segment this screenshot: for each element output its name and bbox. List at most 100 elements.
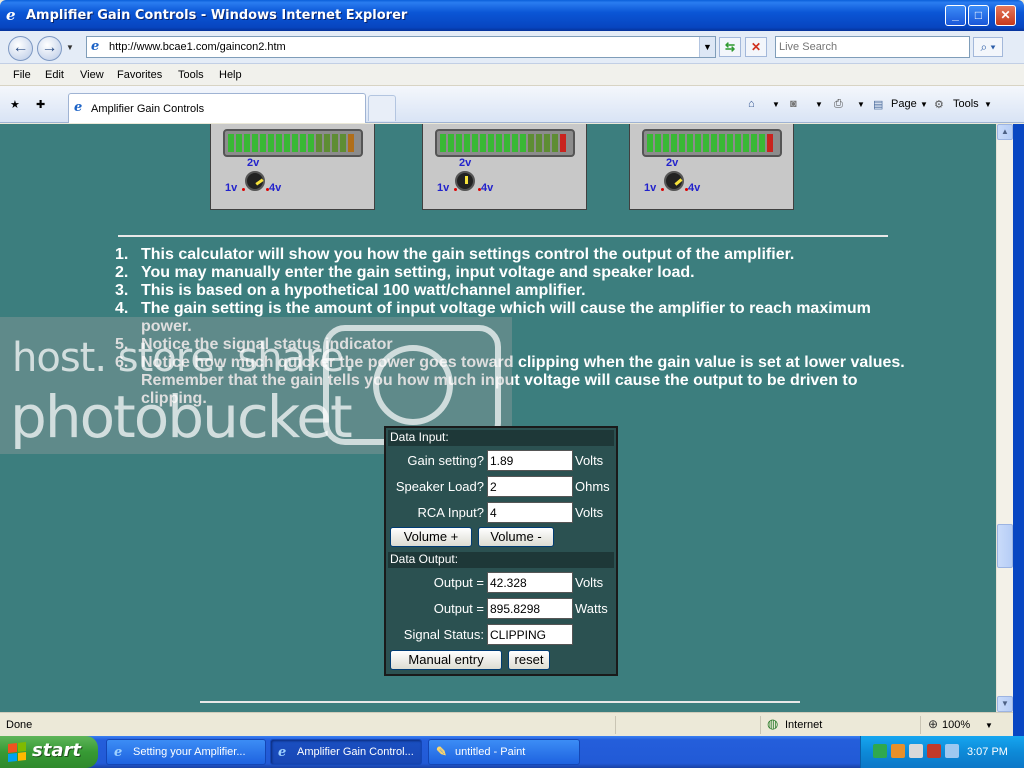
speaker-load-field[interactable]: 2 xyxy=(487,476,573,497)
taskbar-item[interactable]: ✎ untitled - Paint xyxy=(428,739,580,765)
rca-input-field[interactable]: 4 xyxy=(487,502,573,523)
tray-app-icon[interactable] xyxy=(891,744,905,758)
feeds-icon[interactable]: ◙ xyxy=(790,98,797,110)
security-zone: Internet xyxy=(785,719,823,731)
paint-icon: ✎ xyxy=(436,745,447,760)
tray-volume-icon[interactable] xyxy=(945,744,959,758)
home-icon[interactable]: ⌂ xyxy=(748,98,755,110)
speaker-load-label: Speaker Load? xyxy=(395,479,484,494)
reset-button[interactable]: reset xyxy=(508,650,550,670)
recent-pages-chevron-down-icon[interactable]: ▼ xyxy=(66,43,74,52)
gain-knob-2[interactable] xyxy=(455,171,475,191)
meter-segment xyxy=(504,134,510,152)
scroll-up-button[interactable]: ▲ xyxy=(997,124,1013,140)
print-chevron-down-icon[interactable]: ▼ xyxy=(857,100,865,109)
signal-status-field[interactable]: CLIPPING xyxy=(487,624,573,645)
zoom-chevron-down-icon[interactable]: ▼ xyxy=(985,721,993,730)
volume-up-button[interactable]: Volume + xyxy=(390,527,472,547)
meter-segment xyxy=(759,134,765,152)
menu-favorites[interactable]: Favorites xyxy=(117,69,162,81)
knob-right-label: 4v xyxy=(688,182,701,194)
menu-edit[interactable]: Edit xyxy=(45,69,64,81)
window-title: Amplifier Gain Controls - Windows Intern… xyxy=(26,8,408,23)
volts-unit: Volts xyxy=(575,575,604,590)
menu-tools[interactable]: Tools xyxy=(178,69,204,81)
address-toolbar: ← → ▼ e http://www.bcae1.com/gaincon2.ht… xyxy=(0,31,1024,64)
search-button[interactable]: ⌕ ▾ xyxy=(973,37,1003,57)
menu-bar: File Edit View Favorites Tools Help xyxy=(0,64,1024,86)
meter-segment xyxy=(687,134,693,152)
taskbar-item-active[interactable]: e Amplifier Gain Control... xyxy=(270,739,422,765)
new-tab-button[interactable] xyxy=(368,95,396,121)
favorites-star-icon[interactable]: ★ xyxy=(10,98,20,111)
address-url[interactable]: http://www.bcae1.com/gaincon2.htm xyxy=(109,41,286,53)
vertical-scrollbar[interactable]: ▲ ▼ xyxy=(996,124,1013,712)
tray-network-icon[interactable] xyxy=(873,744,887,758)
menu-view[interactable]: View xyxy=(80,69,104,81)
zoom-level[interactable]: 100% xyxy=(942,719,970,731)
meter-segment xyxy=(332,134,338,152)
scroll-thumb[interactable] xyxy=(997,524,1013,568)
output-volts-label: Output = xyxy=(433,575,484,590)
start-button[interactable]: start xyxy=(0,736,98,768)
output-watts-field[interactable]: 895.8298 xyxy=(487,598,573,619)
title-bar[interactable]: e Amplifier Gain Controls - Windows Inte… xyxy=(0,0,1024,31)
taskbar-item-label: untitled - Paint xyxy=(455,746,526,758)
rca-unit: Volts xyxy=(575,505,604,520)
page-menu-icon: ▤ xyxy=(873,99,884,111)
meter-segment xyxy=(647,134,653,152)
stop-button[interactable]: ✕ xyxy=(745,37,767,57)
status-separator xyxy=(615,716,616,734)
page-menu[interactable]: Page xyxy=(891,98,917,110)
page-chevron-down-icon[interactable]: ▼ xyxy=(920,100,928,109)
taskbar-item-label: Setting your Amplifier... xyxy=(133,746,246,758)
address-dropdown-chevron-down-icon[interactable]: ▼ xyxy=(699,37,715,57)
meter-segment xyxy=(711,134,717,152)
forward-button[interactable]: → xyxy=(37,36,62,61)
camera-lens-icon xyxy=(373,345,453,425)
feeds-chevron-down-icon[interactable]: ▼ xyxy=(815,100,823,109)
refresh-button[interactable]: ⇆ xyxy=(719,37,741,57)
tray-update-icon[interactable] xyxy=(927,744,941,758)
gain-knob-1[interactable] xyxy=(245,171,265,191)
volume-down-button[interactable]: Volume - xyxy=(478,527,554,547)
tray-security-icon[interactable] xyxy=(909,744,923,758)
minimize-button[interactable]: _ xyxy=(945,5,966,26)
meter-segment xyxy=(348,134,354,152)
tab-amplifier-gain-controls[interactable]: e Amplifier Gain Controls xyxy=(68,93,366,123)
gain-knob-3[interactable] xyxy=(664,171,684,191)
menu-file[interactable]: File xyxy=(13,69,31,81)
search-input[interactable] xyxy=(779,38,959,56)
gain-calculator: Data Input: Gain setting? 1.89 Volts Spe… xyxy=(384,426,618,676)
meter-segment xyxy=(284,134,290,152)
system-tray: 3:07 PM xyxy=(860,736,1024,768)
back-button[interactable]: ← xyxy=(8,36,33,61)
print-icon[interactable]: ⎙ xyxy=(834,98,843,111)
output-volts-field[interactable]: 42.328 xyxy=(487,572,573,593)
taskbar-item[interactable]: e Setting your Amplifier... xyxy=(106,739,266,765)
knob-left-label: 1v xyxy=(225,182,238,194)
meter-segment xyxy=(719,134,725,152)
tools-menu[interactable]: Tools xyxy=(953,98,979,110)
home-chevron-down-icon[interactable]: ▼ xyxy=(772,100,780,109)
add-favorites-icon[interactable]: ✚ xyxy=(36,98,45,111)
close-button[interactable]: ✕ xyxy=(995,5,1016,26)
manual-entry-button[interactable]: Manual entry xyxy=(390,650,502,670)
meter-panel-1: 2v 1v 4v xyxy=(210,124,375,210)
meter-segment xyxy=(560,134,566,152)
search-box[interactable] xyxy=(775,36,970,58)
level-meter-2 xyxy=(435,129,575,157)
meter-panel-3: 2v 1v 4v xyxy=(629,124,794,210)
menu-help[interactable]: Help xyxy=(219,69,242,81)
maximize-button[interactable]: □ xyxy=(968,5,989,26)
address-bar[interactable]: e http://www.bcae1.com/gaincon2.htm ▼ xyxy=(86,36,716,58)
gain-setting-label: Gain setting? xyxy=(407,453,484,468)
tools-chevron-down-icon[interactable]: ▼ xyxy=(984,100,992,109)
meter-segment xyxy=(440,134,446,152)
level-meter-3 xyxy=(642,129,782,157)
gain-setting-field[interactable]: 1.89 xyxy=(487,450,573,471)
scroll-down-button[interactable]: ▼ xyxy=(997,696,1013,712)
window-frame xyxy=(1013,124,1024,736)
watermark-tagline: host. store. share. xyxy=(12,335,356,381)
meter-segment xyxy=(703,134,709,152)
